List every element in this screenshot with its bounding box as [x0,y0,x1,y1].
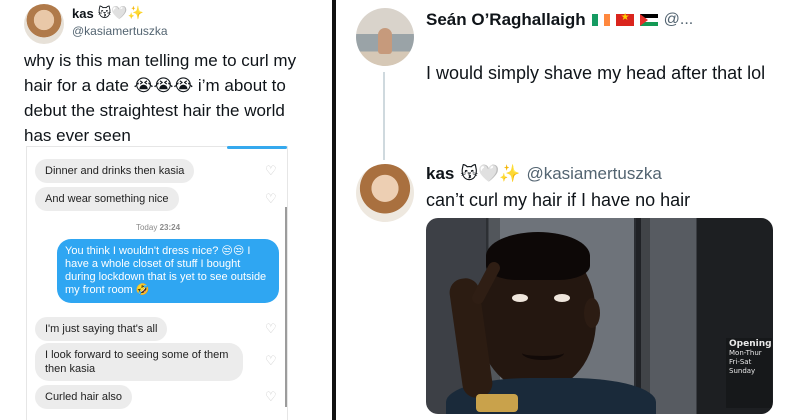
kas-name-emoji: 😽🤍✨ [97,6,144,21]
meme-sign-line: Sunday [729,367,756,375]
panel-divider [332,0,336,420]
heart-icon: ♡ [265,192,277,207]
meme-ear [584,298,600,328]
thread-connector-line [383,72,385,160]
chat-message-received: I look forward to seeing some of them th… [35,343,243,381]
sean-reply-text: I would simply shave my head after that … [426,63,766,83]
heart-icon: ♡ [265,390,277,405]
sean-avatar[interactable] [356,8,414,66]
sean-display-name[interactable]: Seán O’Raghallaigh [426,10,586,30]
chat-timestamp: Today 23:24 [27,223,289,232]
meme-smile [522,346,564,360]
kas-handle[interactable]: @kasiamertuszka [72,24,168,38]
left-tweet-panel: kas 😽🤍✨ @kasiamertuszka why is this man … [0,0,332,420]
meme-sign-line: Mon-Thur [729,349,762,357]
sean-handle[interactable]: @... [664,11,694,29]
chat-message-received: And wear something nice [35,187,179,211]
meme-eye [512,294,528,302]
kas-avatar[interactable] [24,4,64,44]
ireland-flag-icon [591,14,610,26]
kas-display-name[interactable]: kas [426,164,454,184]
kas-reply-text: can’t curl my hair if I have no hair [426,190,691,210]
sean-name-row: Seán O’Raghallaigh @... [426,10,693,30]
chat-message-received: I'm just saying that's all [35,317,168,341]
kas-display-name[interactable]: kas [72,6,94,21]
meme-hair [486,232,590,280]
meme-eye [554,294,570,302]
chat-message-received: Curled hair also [35,385,133,409]
meme-watch [476,394,518,412]
meme-image[interactable]: Opening Mon-Thur Fri-Sat Sunday [426,218,773,414]
meme-opening-sign: Opening Mon-Thur Fri-Sat Sunday [726,338,772,408]
kas-reply-name-row: kas 😽🤍✨ @kasiamertuszka [426,164,662,184]
palestine-flag-icon [639,14,658,26]
kas-name-row: kas 😽🤍✨ [72,6,144,21]
chat-message-received: Dinner and drinks then kasia [35,159,195,183]
heart-icon: ♡ [265,354,277,369]
kas-handle[interactable]: @kasiamertuszka [526,164,661,184]
chat-timestamp-time: 23:24 [159,223,181,232]
heart-icon: ♡ [265,322,277,337]
vietnam-flag-icon [615,12,634,26]
chat-screenshot: Dinner and drinks then kasia ♡ And wear … [26,146,288,420]
chat-message-sent: You think I wouldn't dress nice? 😒😒 I ha… [57,239,279,303]
sean-avatar-figure [378,28,392,54]
chat-timestamp-day: Today [135,223,158,232]
meme-sign-line: Opening [729,339,772,349]
tweet-text: why is this man telling me to curl my ha… [24,51,297,145]
heart-icon: ♡ [265,164,277,179]
chat-scrollbar[interactable] [285,207,287,407]
meme-sign-line: Fri-Sat [729,358,752,366]
kas-avatar[interactable] [356,164,414,222]
kas-name-emoji: 😽🤍✨ [460,164,521,184]
meme-background-stripe [636,218,650,414]
chat-top-bubble-edge [227,146,287,149]
